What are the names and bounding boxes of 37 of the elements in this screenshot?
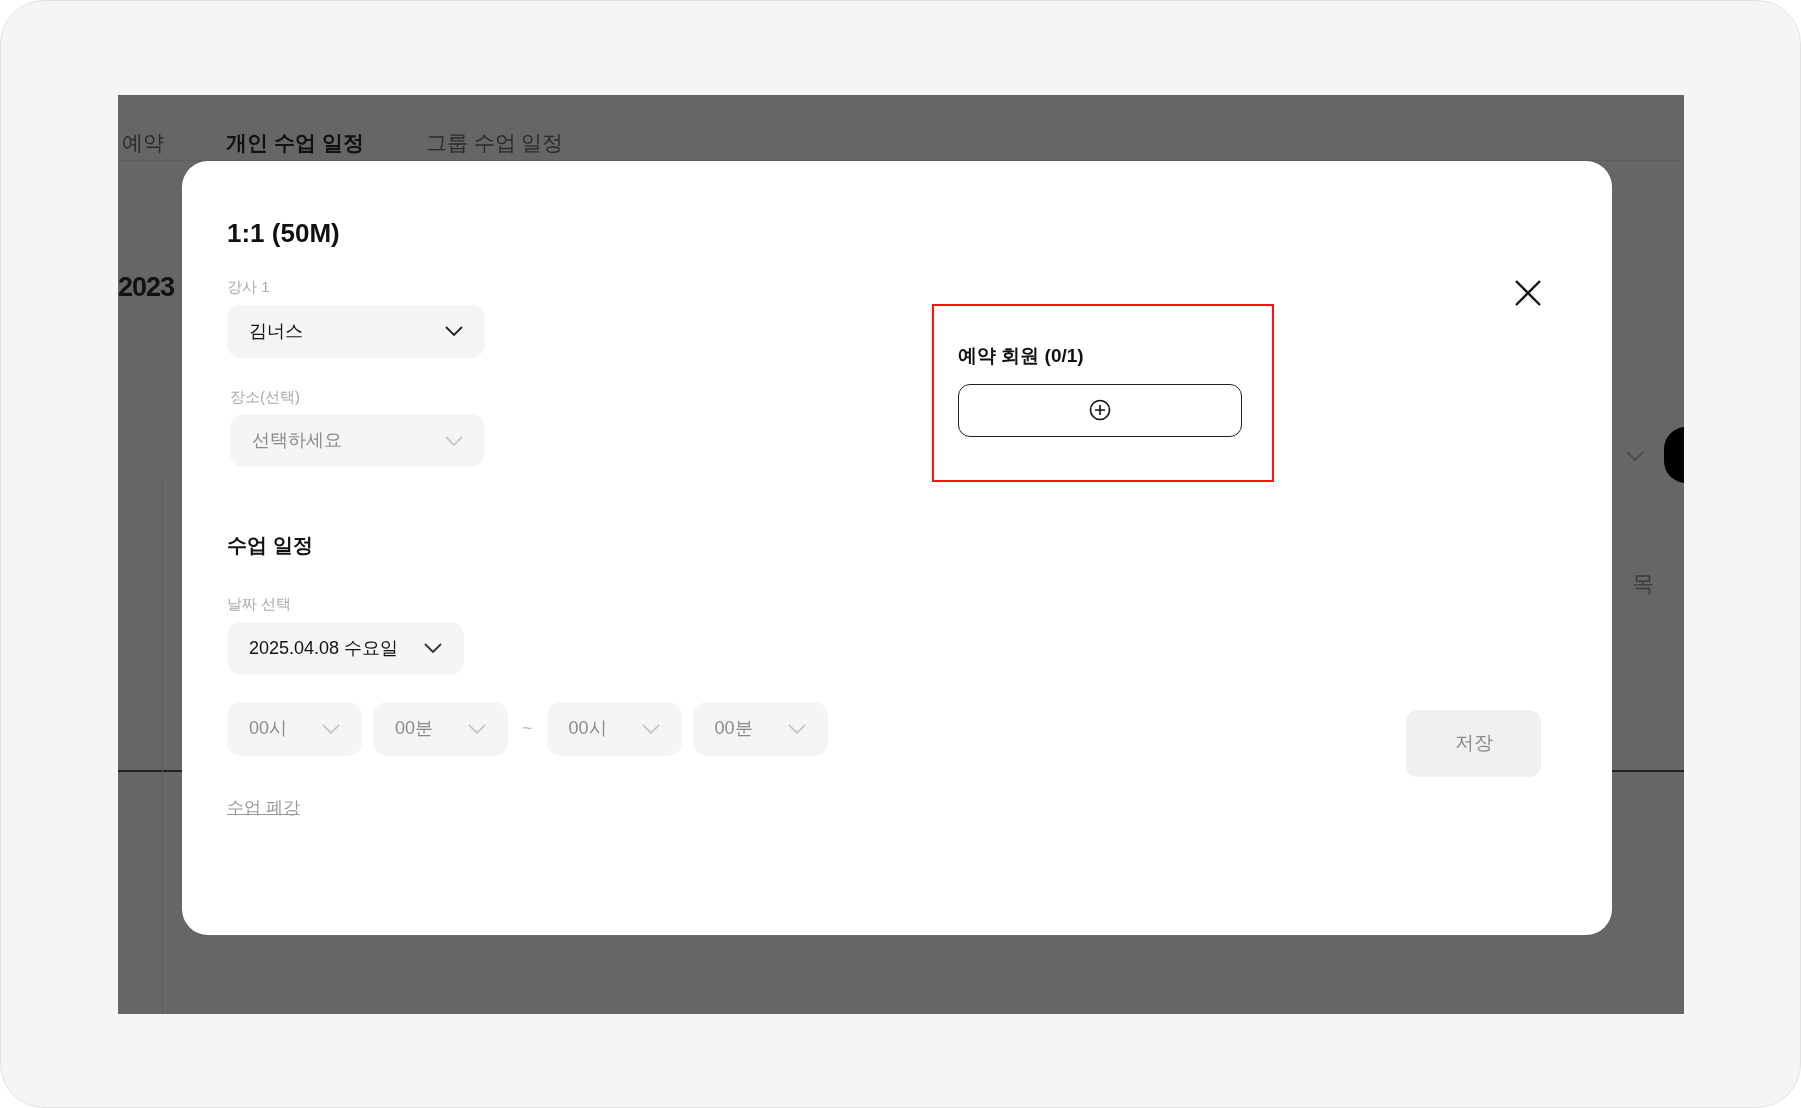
- chevron-icon: [641, 723, 660, 734]
- tab[interactable]: 개인 수업 일정: [226, 126, 364, 160]
- modal-title: 1:1 (50M): [227, 217, 341, 249]
- select-placeholder: 00시: [249, 717, 288, 740]
- range-separator: ~: [521, 717, 534, 740]
- tab[interactable]: 예약: [122, 126, 164, 160]
- close-icon[interactable]: [1514, 279, 1542, 307]
- field-label: 장소(선택): [230, 386, 301, 407]
- field-label: 날짜 선택: [227, 594, 293, 614]
- chevron-icon: [445, 326, 463, 336]
- tab[interactable]: 그룹 수업 일정: [425, 126, 564, 160]
- members-title: 예약 회원 (0/1): [958, 344, 1085, 368]
- plus-circle-icon: [1089, 399, 1111, 421]
- chevron-icon: [1626, 451, 1644, 461]
- add-member-button[interactable]: [958, 383, 1242, 437]
- select-value: 김너스: [249, 319, 303, 343]
- select-placeholder: 00시: [568, 717, 607, 740]
- select-dropdown[interactable]: 선택하세요: [230, 414, 485, 467]
- year-text: 2023: [118, 271, 175, 304]
- date-dropdown[interactable]: 2025.04.08 수요일: [227, 621, 464, 675]
- select-placeholder: 00분: [714, 717, 753, 740]
- time-dropdown[interactable]: 00시: [546, 701, 682, 756]
- chevron-icon: [322, 723, 340, 734]
- select-placeholder: 00분: [395, 717, 434, 740]
- select-placeholder: 선택하세요: [252, 429, 342, 452]
- section-heading: 수업 일정: [227, 533, 314, 558]
- chevron-icon: [787, 723, 806, 734]
- select-value: 2025.04.08 수요일: [249, 636, 399, 660]
- field-label: 강사 1: [227, 277, 271, 297]
- chevron-icon: [424, 643, 442, 653]
- time-dropdown[interactable]: 00시: [227, 701, 362, 756]
- select-dropdown[interactable]: 김너스: [227, 304, 485, 358]
- cancel-class-link[interactable]: 수업 폐강: [227, 794, 300, 820]
- chevron-icon: [468, 723, 486, 734]
- chevron-icon: [445, 435, 463, 446]
- time-dropdown[interactable]: 00분: [692, 701, 828, 756]
- time-dropdown[interactable]: 00분: [373, 701, 508, 756]
